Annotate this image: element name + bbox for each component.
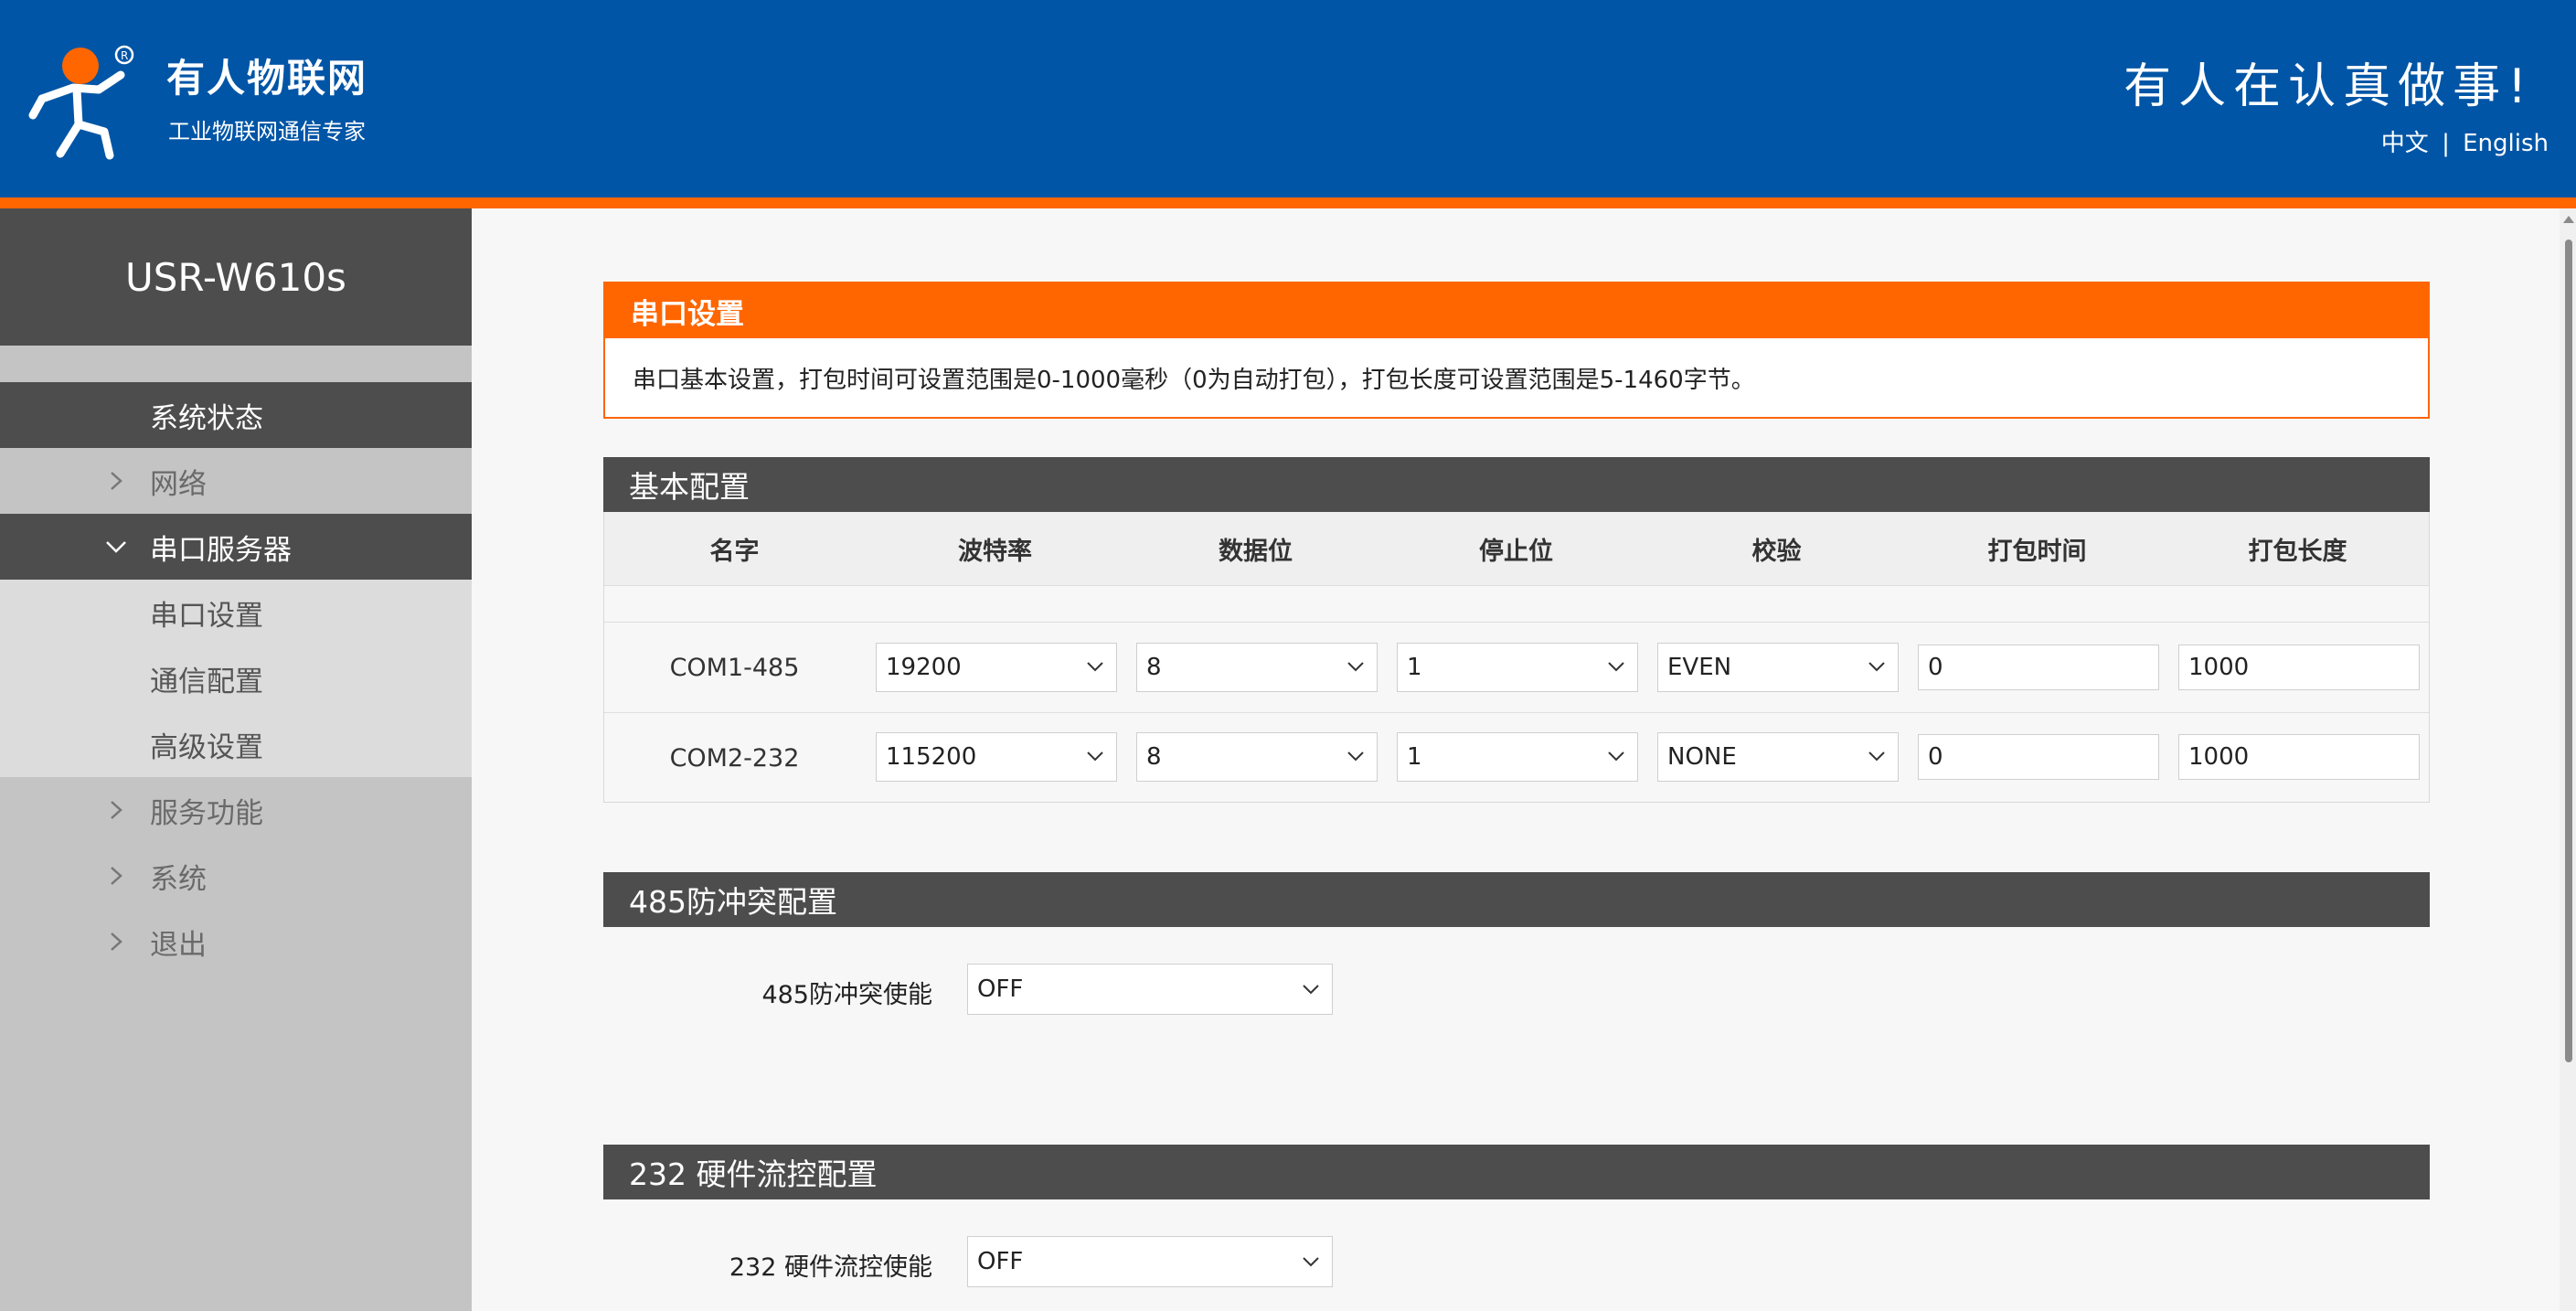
select-value: 1 xyxy=(1407,654,1422,681)
sidebar-item-label: 串口服务器 xyxy=(150,533,292,567)
anti-conflict-enable-select[interactable]: OFF xyxy=(967,964,1333,1015)
lang-chinese-link[interactable]: 中文 xyxy=(2381,130,2429,157)
data-bits-select[interactable]: 8 xyxy=(1136,732,1378,782)
table-row: COM2-232 115200 8 1 NONE 0 1000 xyxy=(604,713,2429,803)
basic-config-table: 名字 波特率 数据位 停止位 校验 打包时间 打包长度 COM1-485 192… xyxy=(603,512,2430,803)
pack-time-input[interactable]: 0 xyxy=(1918,734,2159,780)
sidebar-item-label: 网络 xyxy=(150,467,207,501)
pack-length-input[interactable]: 1000 xyxy=(2178,734,2420,780)
chevron-down-icon xyxy=(1867,746,1887,766)
chevron-down-icon xyxy=(1301,1252,1321,1272)
sidebar-item-label: 串口设置 xyxy=(150,599,263,633)
sidebar-item-serial-server[interactable]: 串口服务器 xyxy=(0,514,472,580)
device-title: USR-W610s xyxy=(0,208,472,346)
header-accent-stripe xyxy=(0,197,2576,208)
scroll-up-arrow-icon[interactable] xyxy=(2563,216,2574,223)
svg-text:R: R xyxy=(121,49,128,62)
chevron-down-icon xyxy=(1346,656,1366,677)
anti-conflict-config-title: 485防冲突配置 xyxy=(603,872,2430,927)
chevron-down-icon xyxy=(1606,746,1626,766)
column-header-pack-time: 打包时间 xyxy=(1987,537,2087,566)
sidebar: USR-W610s 系统状态 网络 串口服务器 串口设置 通信配置 高级设置 服… xyxy=(0,208,472,1311)
select-value: 115200 xyxy=(886,743,977,771)
chevron-down-icon xyxy=(1346,746,1366,766)
pack-length-input[interactable]: 1000 xyxy=(2178,645,2420,690)
port-name: COM2-232 xyxy=(669,743,800,773)
table-header-row: 名字 波特率 数据位 停止位 校验 打包时间 打包长度 xyxy=(604,512,2429,585)
data-bits-select[interactable]: 8 xyxy=(1136,643,1378,692)
select-value: 1 xyxy=(1407,743,1422,771)
column-header-data-bits: 数据位 xyxy=(1219,537,1293,566)
sidebar-item-label: 服务功能 xyxy=(150,796,263,830)
header-motto: 有人在认真做事! xyxy=(2124,59,2534,114)
sidebar-item-label: 通信配置 xyxy=(150,665,263,698)
pack-time-input[interactable]: 0 xyxy=(1918,645,2159,690)
chevron-down-icon xyxy=(1301,979,1321,999)
select-value: NONE xyxy=(1667,743,1737,771)
select-value: OFF xyxy=(977,975,1024,1003)
sidebar-item-system-status[interactable]: 系统状态 xyxy=(0,382,472,448)
chevron-down-icon xyxy=(1085,656,1105,677)
port-name: COM1-485 xyxy=(669,653,800,682)
chevron-down-icon xyxy=(1606,656,1626,677)
flow-control-enable-label: 232 硬件流控使能 xyxy=(729,1253,932,1282)
sidebar-item-label: 高级设置 xyxy=(150,730,263,764)
baud-rate-select[interactable]: 115200 xyxy=(876,732,1117,782)
sidebar-item-label: 系统状态 xyxy=(150,401,263,435)
basic-config-title: 基本配置 xyxy=(603,457,2430,512)
sidebar-subitem-advanced-settings[interactable]: 高级设置 xyxy=(0,711,472,777)
sidebar-spacer xyxy=(0,346,472,382)
row-divider xyxy=(604,585,2429,586)
brand-slogan: 工业物联网通信专家 xyxy=(168,119,366,144)
company-logo-icon: R xyxy=(28,45,134,160)
language-switch: 中文 | English xyxy=(2381,124,2549,158)
select-value: 8 xyxy=(1146,743,1162,771)
column-header-parity: 校验 xyxy=(1751,537,1802,566)
chevron-right-icon xyxy=(102,862,130,890)
chevron-right-icon xyxy=(102,467,130,495)
chevron-right-icon xyxy=(102,796,130,824)
select-value: EVEN xyxy=(1667,654,1732,681)
sidebar-item-network[interactable]: 网络 xyxy=(0,448,472,514)
scrollbar-thumb[interactable] xyxy=(2565,240,2572,1062)
select-value: 8 xyxy=(1146,654,1162,681)
chevron-down-icon xyxy=(102,533,130,560)
sidebar-item-service-functions[interactable]: 服务功能 xyxy=(0,777,472,843)
sidebar-subitem-serial-settings[interactable]: 串口设置 xyxy=(0,580,472,645)
lang-english-link[interactable]: English xyxy=(2463,130,2549,157)
parity-select[interactable]: EVEN xyxy=(1657,643,1899,692)
serial-settings-info-box: 串口设置 串口基本设置，打包时间可设置范围是0-1000毫秒（0为自动打包），打… xyxy=(603,282,2430,419)
table-row: COM1-485 19200 8 1 EVEN 0 1000 xyxy=(604,623,2429,712)
info-title: 串口设置 xyxy=(605,283,2428,338)
brand-name: 有人物联网 xyxy=(166,56,368,101)
baud-rate-select[interactable]: 19200 xyxy=(876,643,1117,692)
sidebar-item-system[interactable]: 系统 xyxy=(0,843,472,909)
column-header-pack-length: 打包长度 xyxy=(2248,537,2347,566)
parity-select[interactable]: NONE xyxy=(1657,732,1899,782)
chevron-right-icon xyxy=(102,928,130,955)
info-description: 串口基本设置，打包时间可设置范围是0-1000毫秒（0为自动打包），打包长度可设… xyxy=(633,366,1755,394)
column-header-baud: 波特率 xyxy=(958,537,1032,566)
sidebar-subitem-comm-config[interactable]: 通信配置 xyxy=(0,645,472,711)
anti-conflict-enable-label: 485防冲突使能 xyxy=(761,981,932,1009)
header-bar: R 有人物联网 工业物联网通信专家 有人在认真做事! 中文 | English xyxy=(0,0,2576,197)
flow-control-config-title: 232 硬件流控配置 xyxy=(603,1145,2430,1199)
stop-bits-select[interactable]: 1 xyxy=(1397,643,1638,692)
sidebar-item-label: 退出 xyxy=(150,928,207,962)
sidebar-item-label: 系统 xyxy=(150,862,207,896)
select-value: 19200 xyxy=(886,654,962,681)
lang-separator: | xyxy=(2442,130,2450,157)
column-header-name: 名字 xyxy=(709,537,760,566)
select-value: OFF xyxy=(977,1248,1024,1275)
flow-control-enable-select[interactable]: OFF xyxy=(967,1236,1333,1287)
sidebar-item-logout[interactable]: 退出 xyxy=(0,909,472,975)
stop-bits-select[interactable]: 1 xyxy=(1397,732,1638,782)
column-header-stop-bits: 停止位 xyxy=(1479,537,1553,566)
chevron-down-icon xyxy=(1867,656,1887,677)
chevron-down-icon xyxy=(1085,746,1105,766)
